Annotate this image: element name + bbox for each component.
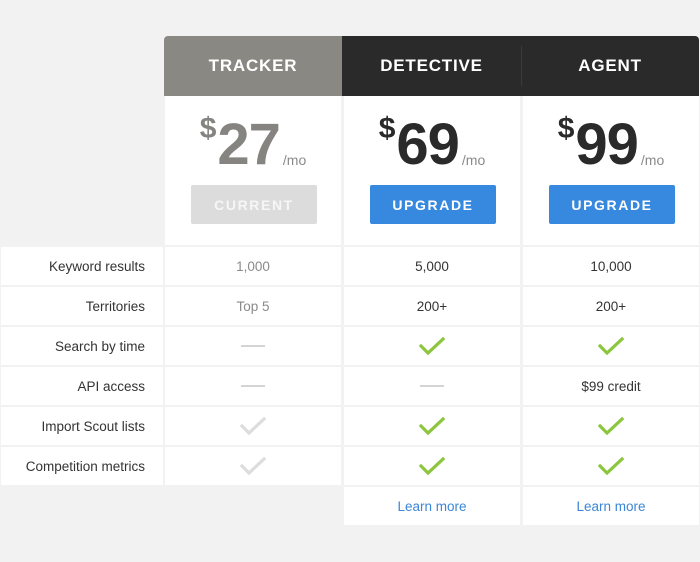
learn-more-cell-detective: Learn more [344,487,520,525]
feature-value: 200+ [595,298,627,314]
feature-cell-tracker: Top 5 [165,287,341,325]
checkmark-icon [419,416,445,436]
feature-cell-detective: 200+ [344,287,520,325]
feature-label: Territories [1,287,163,325]
price: $ 69 /mo [344,110,520,180]
checkmark-icon [419,336,445,356]
feature-cell-detective [344,327,520,365]
feature-cell-detective [344,367,520,405]
feature-value: 200+ [416,298,448,314]
feature-label: API access [1,367,163,405]
plan-name: TRACKER [208,56,298,75]
currency-symbol: $ [378,112,396,145]
dash-icon [241,345,265,347]
upgrade-detective-button[interactable]: UPGRADE [370,185,496,224]
price-period: /mo [640,152,665,168]
feature-cell-agent: 200+ [523,287,699,325]
plan-name: AGENT [578,56,642,75]
feature-value: Top 5 [236,298,270,314]
currency-symbol: $ [557,112,575,145]
currency-symbol: $ [199,112,217,145]
feature-cell-detective: 5,000 [344,247,520,285]
dash-icon [420,385,444,387]
learn-more-detective-link[interactable]: Learn more [397,499,466,514]
price-amount: 99 [575,112,639,177]
checkmark-icon [240,416,266,436]
header-divider [521,46,522,86]
price-cell-detective: $ 69 /mo UPGRADE [344,96,520,245]
feature-cell-detective [344,407,520,445]
feature-value: 10,000 [590,258,632,274]
price-cell-agent: $ 99 /mo UPGRADE [523,96,699,245]
plan-name: DETECTIVE [380,56,483,75]
dash-icon [241,385,265,387]
plan-header-detective: DETECTIVE [342,36,521,96]
price: $ 27 /mo [165,110,341,180]
feature-cell-tracker [165,407,341,445]
checkmark-icon [598,416,624,436]
checkmark-icon [419,456,445,476]
feature-cell-tracker: 1,000 [165,247,341,285]
price-amount: 69 [396,112,460,177]
feature-cell-tracker [165,447,341,485]
price-period: /mo [282,152,307,168]
learn-more-cell-agent: Learn more [523,487,699,525]
feature-cell-agent [523,327,699,365]
feature-cell-agent [523,447,699,485]
feature-cell-agent: $99 credit [523,367,699,405]
upgrade-agent-button[interactable]: UPGRADE [549,185,675,224]
feature-value: $99 credit [581,378,641,394]
checkmark-icon [240,456,266,476]
plan-header-tracker: TRACKER [164,36,342,96]
feature-cell-tracker [165,327,341,365]
feature-cell-agent: 10,000 [523,247,699,285]
feature-cell-detective [344,447,520,485]
current-plan-button: CURRENT [191,185,317,224]
price: $ 99 /mo [523,110,699,180]
feature-label: Import Scout lists [1,407,163,445]
price-period: /mo [461,152,486,168]
feature-label: Keyword results [1,247,163,285]
feature-cell-agent [523,407,699,445]
feature-label: Competition metrics [1,447,163,485]
price-amount: 27 [217,112,281,177]
checkmark-icon [598,456,624,476]
plan-header-agent: AGENT [521,36,699,96]
learn-more-agent-link[interactable]: Learn more [576,499,645,514]
feature-value: 5,000 [415,258,449,274]
feature-value: 1,000 [236,258,270,274]
feature-cell-tracker [165,367,341,405]
feature-label: Search by time [1,327,163,365]
checkmark-icon [598,336,624,356]
price-cell-tracker: $ 27 /mo CURRENT [165,96,341,245]
